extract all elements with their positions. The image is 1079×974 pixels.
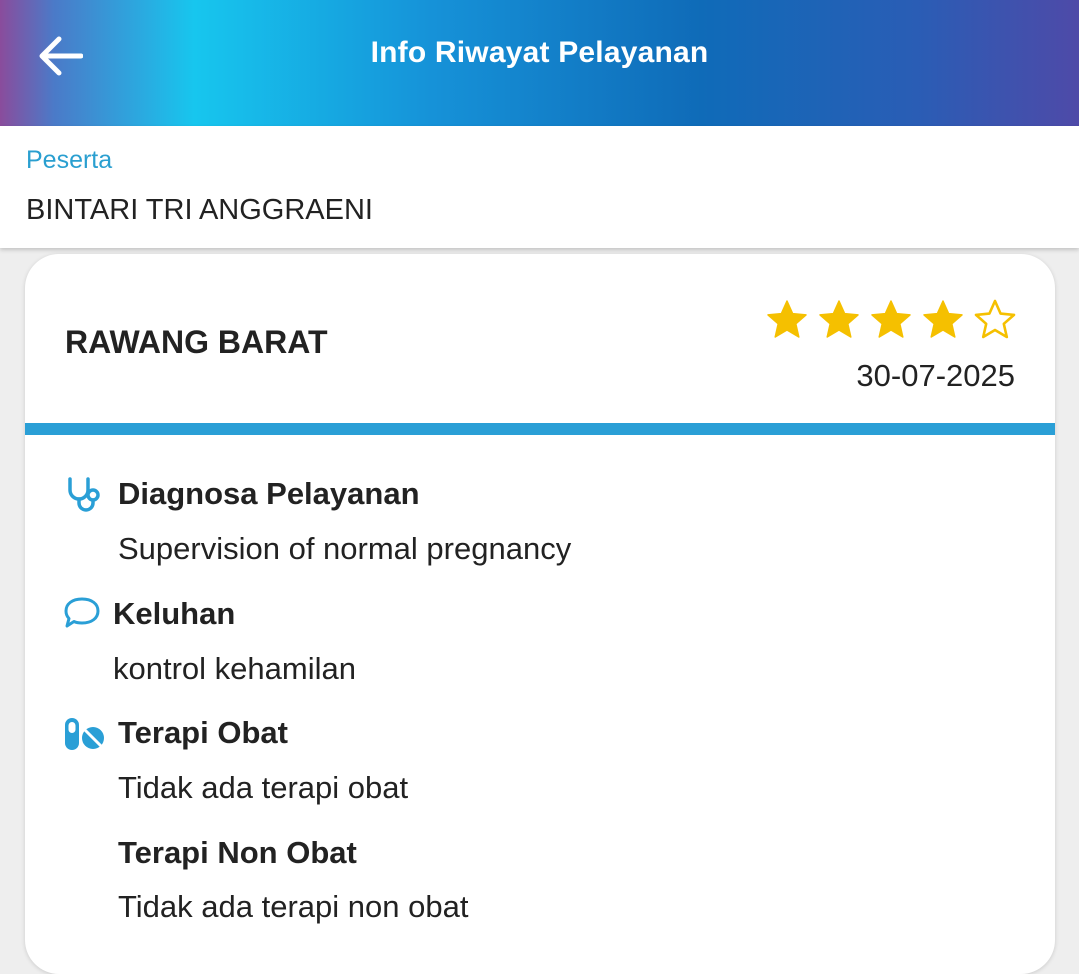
facility-name: RAWANG BARAT xyxy=(65,324,328,360)
terapi-non-obat-title: Terapi Non Obat xyxy=(118,835,357,870)
terapi-obat-title: Terapi Obat xyxy=(118,715,288,750)
divider xyxy=(25,423,1055,435)
visit-card[interactable]: RAWANG BARAT 30-07-2025 Diagnosa Pelayan… xyxy=(25,254,1055,974)
terapi-obat-value: Tidak ada terapi obat xyxy=(118,770,409,805)
star-empty-icon xyxy=(974,299,1016,339)
diagnosa-title: Diagnosa Pelayanan xyxy=(118,476,420,511)
chat-bubble-icon xyxy=(64,597,100,628)
participant-panel: Peserta xyxy=(0,126,1079,248)
diagnosa-value: Supervision of normal pregnancy xyxy=(118,531,572,566)
star-filled-icon xyxy=(871,300,911,338)
keluhan-title: Keluhan xyxy=(113,596,236,631)
star-filled-icon xyxy=(767,300,807,338)
pills-icon xyxy=(65,718,104,750)
participant-label: Peserta xyxy=(26,146,113,174)
keluhan-value: kontrol kehamilan xyxy=(113,651,356,686)
terapi-non-obat-value: Tidak ada terapi non obat xyxy=(118,889,469,924)
stethoscope-icon xyxy=(68,477,100,512)
page-title: Info Riwayat Pelayanan xyxy=(370,36,709,69)
rating-stars xyxy=(765,298,1017,342)
participant-name: BINTARI TRI ANGGRAENI xyxy=(26,194,373,226)
star-filled-icon xyxy=(923,300,963,338)
visit-date: 30-07-2025 xyxy=(856,358,1015,393)
star-filled-icon xyxy=(819,300,859,338)
app-bar: Info Riwayat Pelayanan xyxy=(0,0,1079,126)
